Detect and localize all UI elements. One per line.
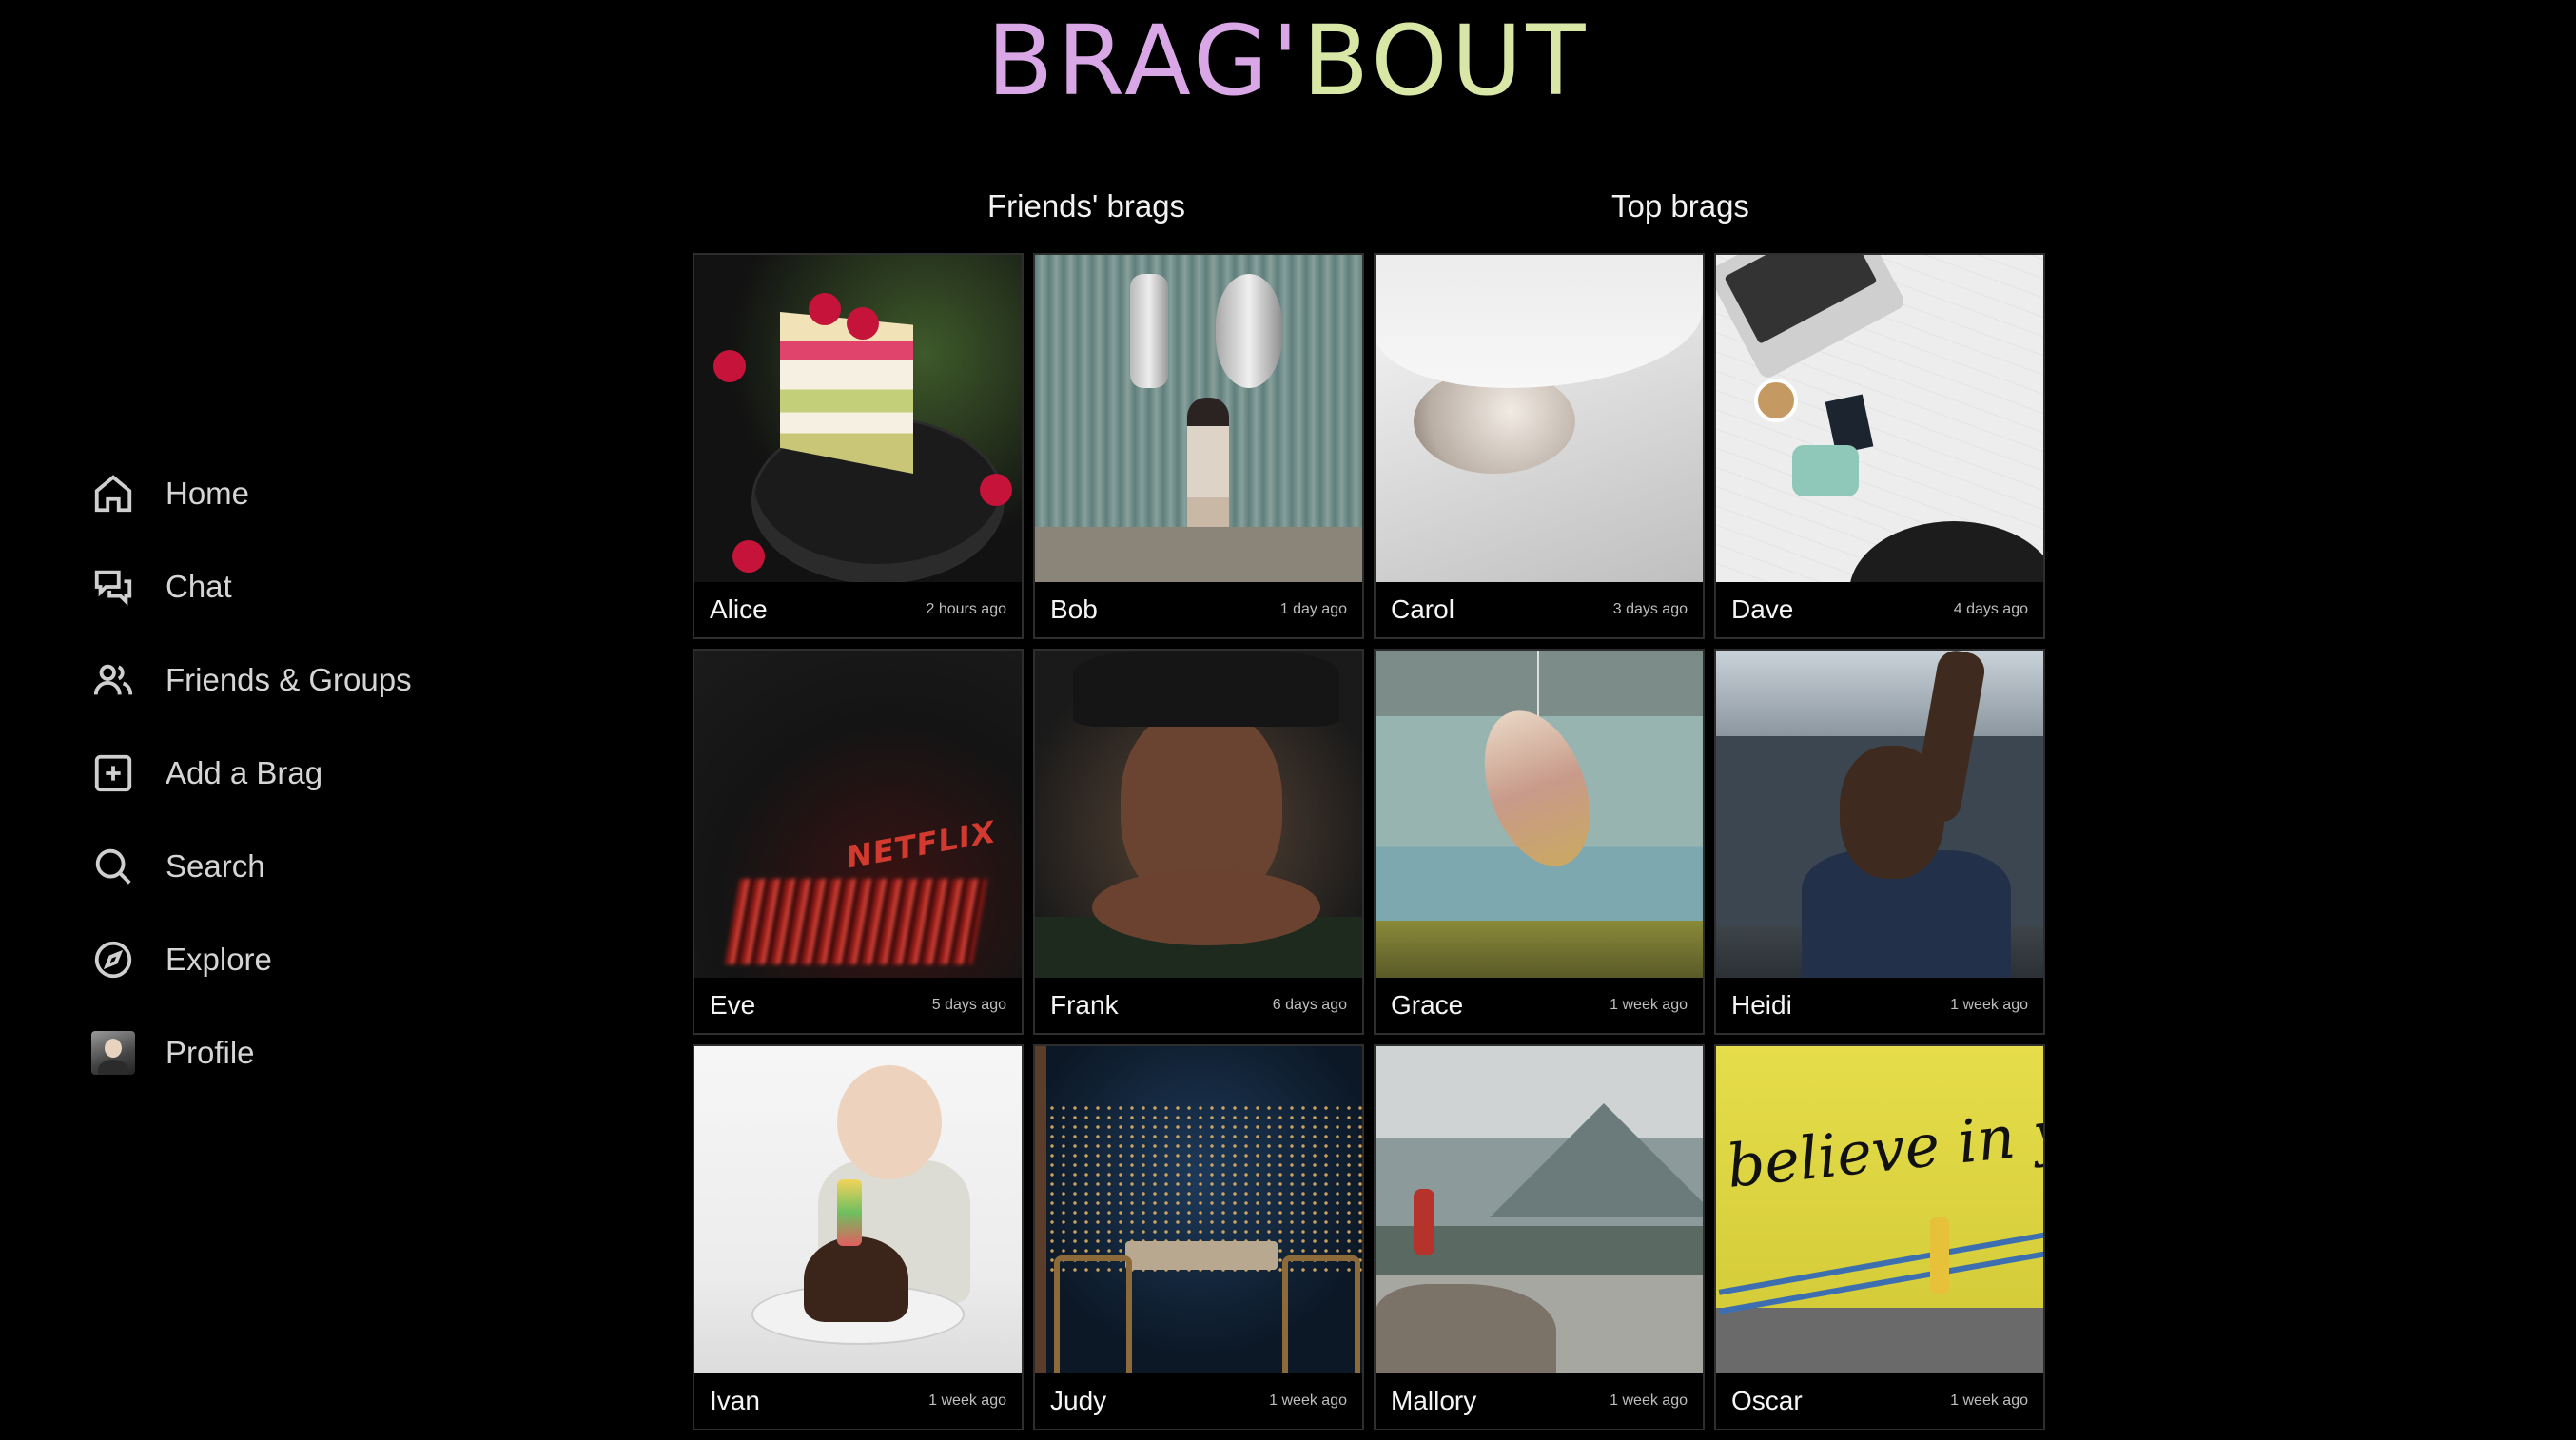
tab-top-brags[interactable]: Top brags (1611, 188, 1749, 224)
home-icon (91, 472, 135, 516)
brag-caption: Grace 1 week ago (1376, 978, 1703, 1033)
brag-caption: Alice 2 hours ago (694, 582, 1022, 637)
balloons-photo (1035, 255, 1362, 582)
brag-author[interactable]: Ivan (710, 1386, 760, 1416)
brag-timestamp: 1 week ago (928, 1392, 1006, 1409)
brag-author[interactable]: Carol (1391, 594, 1454, 625)
sidebar-item-search[interactable]: Search (91, 820, 412, 913)
tab-friends-brags[interactable]: Friends' brags (987, 188, 1185, 224)
believe-wall-photo: believe in yourself (1716, 1046, 2043, 1373)
mountain-photo (1376, 1046, 1703, 1373)
wall-script-text: believe in yourself (1723, 1075, 2043, 1201)
sidebar-item-explore[interactable]: Explore (91, 913, 412, 1006)
app-root: BRAG'BOUT Home Chat Friends & Groups Add… (0, 0, 2576, 1440)
brag-card[interactable]: Ivan 1 week ago (693, 1044, 1024, 1430)
brag-author[interactable]: Dave (1731, 594, 1793, 625)
brag-timestamp: 1 week ago (1610, 997, 1688, 1013)
netflix-logo-text: NETFLIX (847, 813, 996, 876)
brag-card[interactable]: Mallory 1 week ago (1374, 1044, 1705, 1430)
brag-author[interactable]: Mallory (1391, 1386, 1476, 1416)
brag-author[interactable]: Bob (1050, 594, 1098, 625)
car-photo (1716, 651, 2043, 978)
brag-timestamp: 1 day ago (1279, 601, 1347, 617)
sidebar-item-friends-groups[interactable]: Friends & Groups (91, 633, 412, 727)
brag-timestamp: 1 week ago (1610, 1392, 1688, 1409)
brag-timestamp: 5 days ago (931, 997, 1006, 1013)
avatar-container (91, 1031, 135, 1075)
brag-timestamp: 3 days ago (1612, 601, 1688, 617)
brag-timestamp: 1 week ago (1269, 1392, 1347, 1409)
brag-caption: Frank 6 days ago (1035, 978, 1362, 1033)
sidebar-item-label: Search (166, 848, 265, 884)
logo-part-1: BRAG' (986, 5, 1303, 118)
sidebar-item-label: Home (166, 476, 250, 511)
brag-caption: Ivan 1 week ago (694, 1373, 1022, 1429)
brand-logo[interactable]: BRAG'BOUT (0, 13, 2576, 110)
graduation-photo (1035, 651, 1362, 978)
search-icon (91, 845, 135, 888)
brag-author[interactable]: Grace (1391, 990, 1463, 1021)
brag-caption: Oscar 1 week ago (1716, 1373, 2043, 1429)
brag-card[interactable]: Frank 6 days ago (1033, 649, 1364, 1035)
brag-author[interactable]: Frank (1050, 990, 1119, 1021)
brag-card[interactable]: Heidi 1 week ago (1714, 649, 2045, 1035)
baby-birthday-photo (694, 1046, 1022, 1373)
add-icon (91, 751, 135, 795)
brag-author[interactable]: Oscar (1731, 1386, 1803, 1416)
sidebar-nav: Home Chat Friends & Groups Add a Brag Se… (91, 447, 412, 1099)
sidebar-item-label: Chat (166, 569, 232, 604)
brag-card[interactable]: Dave 4 days ago (1714, 253, 2045, 639)
sidebar-item-add-brag[interactable]: Add a Brag (91, 727, 412, 820)
travel-map-photo (1716, 255, 2043, 582)
sidebar-item-profile[interactable]: Profile (91, 1006, 412, 1099)
brag-card[interactable]: Grace 1 week ago (1374, 649, 1705, 1035)
brag-author[interactable]: Heidi (1731, 990, 1792, 1021)
brag-timestamp: 2 hours ago (926, 601, 1006, 617)
friends-icon (91, 658, 135, 702)
brag-card[interactable]: believe in yourself Oscar 1 week ago (1714, 1044, 2045, 1430)
sidebar-item-label: Explore (166, 942, 272, 977)
brag-card[interactable]: Judy 1 week ago (1033, 1044, 1364, 1430)
sidebar-item-label: Friends & Groups (166, 662, 412, 697)
brag-card[interactable]: Alice 2 hours ago (693, 253, 1024, 639)
brag-card[interactable]: NETFLIX Eve 5 days ago (693, 649, 1024, 1035)
brag-timestamp: 4 days ago (1953, 601, 2028, 617)
brag-caption: Carol 3 days ago (1376, 582, 1703, 637)
brag-card[interactable]: Bob 1 day ago (1033, 253, 1364, 639)
sidebar-item-label: Add a Brag (166, 755, 323, 790)
brag-author[interactable]: Judy (1050, 1386, 1106, 1416)
brag-caption: Eve 5 days ago (694, 978, 1022, 1033)
brag-timestamp: 1 week ago (1950, 1392, 2028, 1409)
sidebar-item-home[interactable]: Home (91, 447, 412, 540)
cat-photo (1376, 255, 1703, 582)
sidebar-item-label: Profile (166, 1035, 255, 1070)
brag-caption: Mallory 1 week ago (1376, 1373, 1703, 1429)
chat-icon (91, 565, 135, 609)
brag-author[interactable]: Eve (710, 990, 755, 1021)
cake-photo (694, 255, 1022, 582)
compass-icon (91, 938, 135, 982)
brag-caption: Judy 1 week ago (1035, 1373, 1362, 1429)
brag-caption: Heidi 1 week ago (1716, 978, 2043, 1033)
brag-card[interactable]: Carol 3 days ago (1374, 253, 1705, 639)
brag-timestamp: 6 days ago (1272, 997, 1347, 1013)
brag-grid: Alice 2 hours ago Bob 1 day ago Carol 3 … (693, 253, 2045, 1430)
brag-caption: Dave 4 days ago (1716, 582, 2043, 637)
avatar (91, 1031, 135, 1075)
city-dinner-photo (1035, 1046, 1362, 1373)
netflix-photo: NETFLIX (694, 651, 1022, 978)
sidebar-item-chat[interactable]: Chat (91, 540, 412, 633)
brag-author[interactable]: Alice (710, 594, 768, 625)
logo-part-2: BOUT (1302, 5, 1590, 118)
brag-caption: Bob 1 day ago (1035, 582, 1362, 637)
brag-timestamp: 1 week ago (1950, 997, 2028, 1013)
fish-photo (1376, 651, 1703, 978)
